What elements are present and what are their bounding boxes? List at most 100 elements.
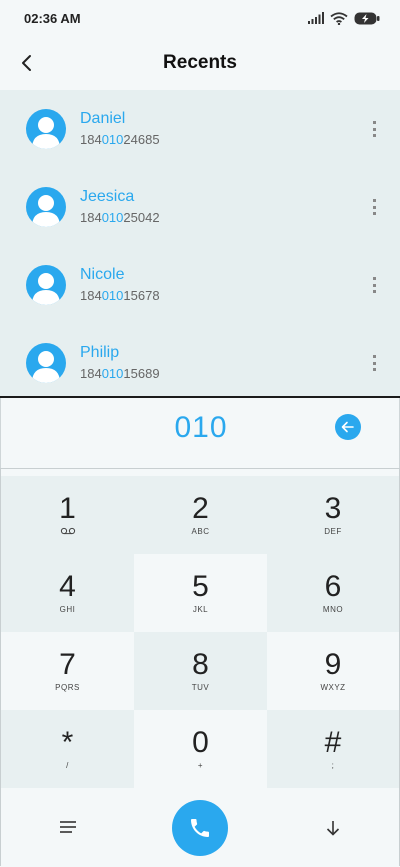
number-match: 010 [101, 132, 124, 147]
contact-name: Nicole [80, 266, 125, 283]
contact-name: Daniel [80, 110, 126, 127]
avatar [26, 109, 66, 149]
key-letters: TUV [191, 683, 210, 692]
key-letters: PQRS [55, 683, 80, 692]
dial-input-area: 010 [0, 398, 400, 468]
key-letters: JKL [192, 605, 209, 614]
contact-row-jeesica[interactable]: Jeesica 18401025042 [0, 168, 400, 246]
recents-list: Daniel 18401024685 Jeesica 18401025042 N… [0, 90, 400, 396]
key-letters: ; [331, 761, 335, 770]
key-7[interactable]: 7 PQRS [1, 632, 134, 710]
number-prefix: 184 [80, 366, 102, 381]
more-options-button[interactable] [368, 277, 380, 293]
more-options-button[interactable] [368, 121, 380, 137]
more-vertical-icon [372, 355, 376, 371]
more-vertical-icon [372, 277, 376, 293]
key-digit: 6 [324, 570, 342, 603]
wifi-icon [330, 11, 348, 25]
backspace-icon [341, 421, 354, 433]
collapse-keypad-button[interactable] [321, 816, 345, 840]
key-digit: 3 [324, 492, 342, 525]
backspace-button[interactable] [335, 414, 361, 440]
key-digit: 5 [192, 570, 209, 603]
contact-number: 18401024685 [80, 131, 160, 149]
key-8[interactable]: 8 TUV [134, 632, 267, 710]
number-prefix: 184 [80, 210, 102, 225]
key-digit: 0 [192, 726, 209, 759]
avatar [26, 343, 66, 383]
key-letters: DEF [324, 527, 342, 536]
key-letters: GHI [59, 605, 76, 614]
number-match: 010 [101, 288, 124, 303]
key-letters: / [66, 761, 69, 770]
dialer-bottom-bar [1, 788, 399, 867]
number-prefix: 184 [80, 132, 102, 147]
status-time: 02:36 AM [24, 10, 81, 26]
key-letters: MNO [322, 605, 344, 614]
key-3[interactable]: 3 DEF [267, 476, 399, 554]
phone-icon [191, 819, 209, 837]
number-suffix: 25042 [123, 210, 160, 225]
person-icon [32, 195, 60, 227]
person-icon [32, 117, 60, 149]
key-digit: 1 [59, 492, 76, 525]
number-prefix: 184 [80, 288, 102, 303]
voicemail-icon [60, 527, 76, 537]
number-suffix: 15689 [123, 366, 160, 381]
menu-icon [60, 821, 76, 833]
contact-row-daniel[interactable]: Daniel 18401024685 [0, 90, 400, 168]
more-vertical-icon [372, 199, 376, 215]
number-match: 010 [101, 366, 124, 381]
number-suffix: 24685 [123, 132, 160, 147]
dial-keypad: 1 2 ABC 3 DEF 4 GHI 5 JKL 6 MNO 7 PQRS 8… [0, 468, 400, 866]
key-5[interactable]: 5 JKL [134, 554, 267, 632]
contact-number: 18401015689 [80, 365, 160, 383]
signal-icon [308, 12, 324, 24]
key-digit: 8 [192, 648, 209, 681]
key-1[interactable]: 1 [1, 476, 134, 554]
key-letters: ABC [191, 527, 210, 536]
back-button[interactable] [10, 46, 44, 80]
call-button[interactable] [172, 800, 228, 856]
person-icon [32, 351, 60, 383]
page-title: Recents [163, 52, 237, 73]
status-bar: 02:36 AM [0, 0, 400, 36]
more-vertical-icon [372, 121, 376, 137]
key-4[interactable]: 4 GHI [1, 554, 134, 632]
key-digit: 9 [324, 648, 342, 681]
contact-text: Nicole 18401015678 [80, 265, 160, 305]
key-0[interactable]: 0 + [134, 710, 267, 788]
contact-row-philip[interactable]: Philip 18401015689 [0, 324, 400, 402]
contact-number: 18401025042 [80, 209, 160, 227]
key-9[interactable]: 9 WXYZ [267, 632, 399, 710]
contact-row-nicole[interactable]: Nicole 18401015678 [0, 246, 400, 324]
number-match: 010 [101, 210, 124, 225]
battery-charging-icon [354, 12, 380, 24]
contact-number: 18401015678 [80, 287, 160, 305]
more-options-button[interactable] [368, 199, 380, 215]
menu-button[interactable] [55, 816, 81, 838]
contact-name: Philip [80, 344, 120, 361]
contact-text: Jeesica 18401025042 [80, 187, 160, 227]
back-arrow-icon [22, 55, 31, 71]
avatar [26, 265, 66, 305]
arrow-down-icon [326, 821, 340, 836]
key-digit: # [324, 726, 342, 759]
avatar [26, 187, 66, 227]
contact-text: Daniel 18401024685 [80, 109, 160, 149]
dial-number-display[interactable]: 010 [101, 406, 301, 450]
number-suffix: 15678 [123, 288, 160, 303]
key-2[interactable]: 2 ABC [134, 476, 267, 554]
key-digit: * [61, 726, 74, 759]
key-digit: 2 [192, 492, 209, 525]
key-letters: WXYZ [320, 683, 346, 692]
contact-text: Philip 18401015689 [80, 343, 160, 383]
key-6[interactable]: 6 MNO [267, 554, 399, 632]
key-hash[interactable]: # ; [267, 710, 399, 788]
key-letters: + [197, 761, 204, 770]
status-icons [308, 11, 380, 25]
more-options-button[interactable] [368, 355, 380, 371]
person-icon [32, 273, 60, 305]
key-star[interactable]: * / [1, 710, 134, 788]
app-bar: Recents [0, 36, 400, 90]
